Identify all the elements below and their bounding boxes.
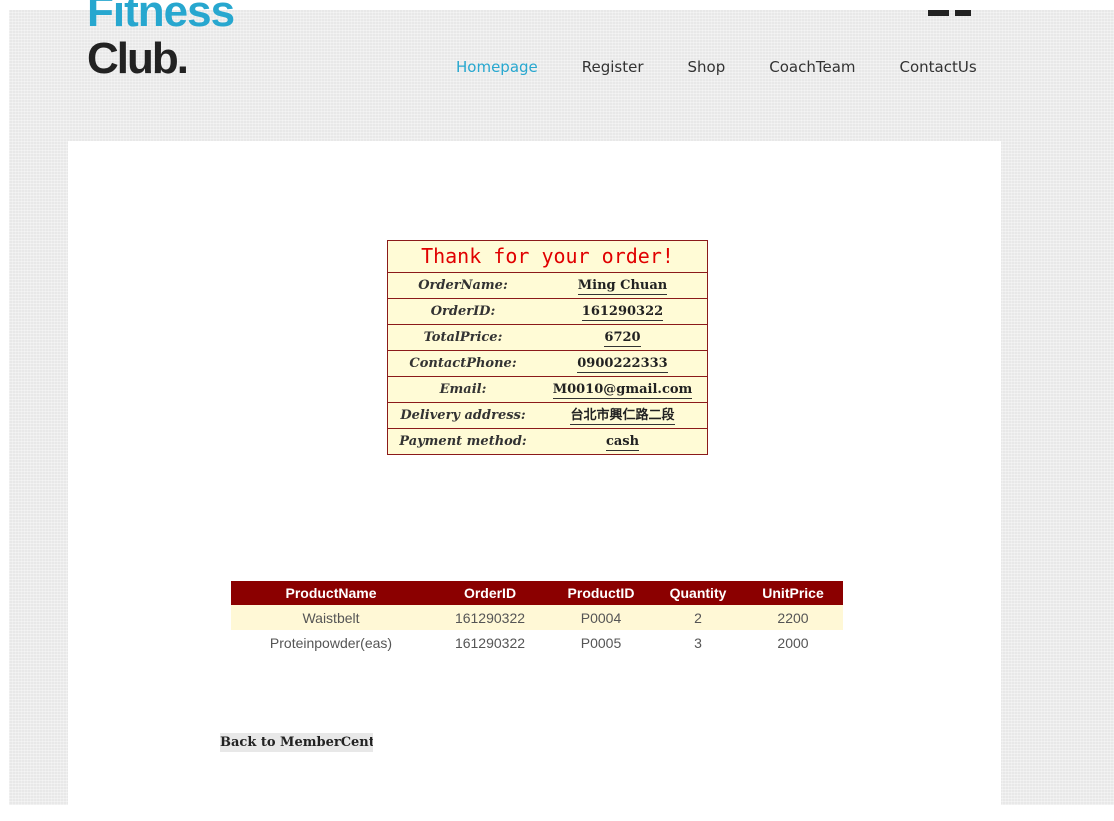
social-icon[interactable] [955,10,971,16]
nav-shop[interactable]: Shop [688,58,726,76]
order-value: 0900222333 [538,351,707,376]
column-header: ProductName [231,581,431,605]
delivery-address-value: 台北市興仁路二段 [570,408,675,425]
order-row: OrderName: Ming Chuan [388,273,707,299]
order-label: OrderName: [418,278,508,293]
email-value: M0010@gmail.com [552,382,693,399]
order-label: TotalPrice: [423,330,503,345]
order-value: cash [538,429,707,454]
table-cell: 3 [694,634,702,651]
table-cell: 2000 [777,634,809,651]
nav-homepage[interactable]: Homepage [456,58,538,76]
table-cell: 161290322 [431,605,549,630]
social-icon[interactable] [928,10,949,16]
order-summary: Thank for your order! OrderName: Ming Ch… [387,240,708,455]
order-value: M0010@gmail.com [538,377,707,402]
order-label: OrderID: [430,304,496,319]
table-row: Proteinpowder(eas) 161290322 P0005 3 200… [231,630,843,655]
order-row: Payment method: cash [388,429,707,454]
column-header: ProductID [549,581,653,605]
order-value: 台北市興仁路二段 [538,403,707,428]
order-id-value: 161290322 [581,304,664,321]
payment-method-value: cash [605,434,640,451]
order-name-value: Ming Chuan [577,278,668,295]
table-cell: P0005 [580,634,622,651]
total-price-value: 6720 [604,330,641,347]
page-background: Fitness Club. Homepage Register Shop Coa… [9,0,1114,821]
table-header-row: ProductName OrderID ProductID Quantity U… [231,581,843,605]
order-value: 6720 [538,325,707,350]
nav-coachteam[interactable]: CoachTeam [769,58,855,76]
order-row: TotalPrice: 6720 [388,325,707,351]
table-cell: 2 [653,605,743,630]
back-to-member-center-link[interactable]: Back to MemberCenter [220,733,373,752]
products-table: ProductName OrderID ProductID Quantity U… [231,581,843,655]
order-label: Payment method: [399,434,527,449]
table-cell: Waistbelt [231,605,431,630]
order-row: ContactPhone: 0900222333 [388,351,707,377]
order-value: Ming Chuan [538,273,707,298]
table-cell: P0004 [549,605,653,630]
table-cell: Proteinpowder(eas) [269,634,393,651]
order-label: ContactPhone: [409,356,517,371]
order-label: Delivery address: [400,408,526,423]
table-cell: 2200 [743,605,843,630]
order-row: OrderID: 161290322 [388,299,707,325]
order-value: 161290322 [538,299,707,324]
order-row: Email: M0010@gmail.com [388,377,707,403]
logo-text-top: Fitness [87,0,235,36]
column-header: Quantity [653,581,743,605]
column-header: OrderID [431,581,549,605]
column-header: UnitPrice [743,581,843,605]
logo-text-bottom: Club. [87,34,189,83]
table-cell: 161290322 [454,634,526,651]
content-card: Thank for your order! OrderName: Ming Ch… [68,141,1001,821]
contact-phone-value: 0900222333 [577,356,668,373]
order-label: Email: [439,382,487,397]
nav-register[interactable]: Register [582,58,644,76]
main-nav: Homepage Register Shop CoachTeam Contact… [456,58,977,76]
order-title: Thank for your order! [388,241,707,273]
order-row: Delivery address: 台北市興仁路二段 [388,403,707,429]
social-icons [928,10,971,16]
nav-contactus[interactable]: ContactUs [900,58,977,76]
table-row: Waistbelt 161290322 P0004 2 2200 [231,605,843,630]
